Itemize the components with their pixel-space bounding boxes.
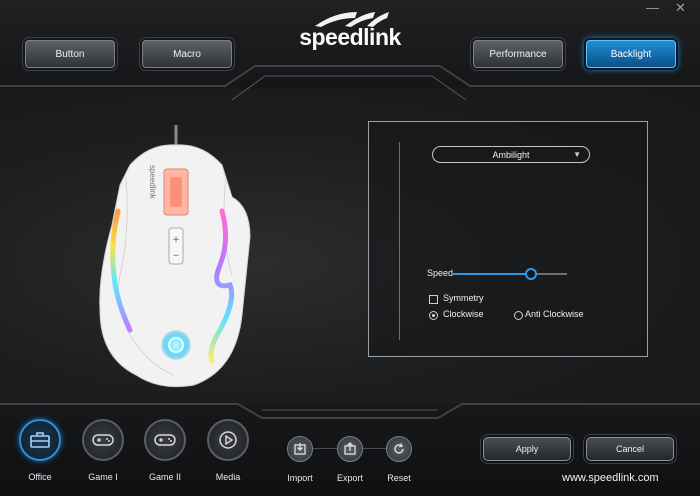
profile-game-2-label: Game II bbox=[148, 472, 181, 482]
cancel-button[interactable]: Cancel bbox=[586, 437, 674, 461]
svg-text:−: − bbox=[172, 251, 180, 261]
tab-button-label: Button bbox=[55, 48, 85, 60]
export-icon bbox=[337, 436, 363, 462]
toolbox-icon bbox=[19, 419, 61, 461]
profile-media-label: Media bbox=[215, 472, 241, 482]
tab-performance[interactable]: Performance bbox=[473, 40, 563, 68]
chevron-down-icon: ▼ bbox=[573, 150, 581, 159]
tab-macro[interactable]: Macro bbox=[142, 40, 232, 68]
speed-slider-fill bbox=[453, 273, 531, 275]
anticlockwise-radio[interactable] bbox=[514, 311, 523, 320]
gamepad-icon bbox=[144, 419, 186, 461]
profile-game-1[interactable]: Game I bbox=[73, 419, 133, 482]
clockwise-label: Clockwise bbox=[443, 309, 484, 319]
reset-icon bbox=[386, 436, 412, 462]
profile-office[interactable]: Office bbox=[10, 419, 70, 482]
mouse-brand-text: speedlink bbox=[148, 165, 157, 200]
tab-backlight[interactable]: Backlight bbox=[586, 40, 676, 68]
speed-slider-thumb[interactable] bbox=[524, 268, 537, 280]
tab-button[interactable]: Button bbox=[25, 40, 115, 68]
mouse-image: + − speedlink bbox=[99, 125, 251, 388]
reset-label: Reset bbox=[387, 473, 411, 483]
clockwise-radio[interactable] bbox=[429, 311, 438, 320]
close-button[interactable]: ✕ bbox=[675, 0, 686, 16]
export-button[interactable]: Export bbox=[327, 436, 373, 483]
symmetry-label: Symmetry bbox=[443, 293, 484, 303]
backlight-settings-panel: Ambilight ▼ Speed Symmetry Clockwise Ant… bbox=[368, 121, 648, 357]
website-link[interactable]: www.speedlink.com bbox=[562, 472, 659, 484]
apply-button-label: Apply bbox=[515, 444, 539, 454]
profile-game-1-label: Game I bbox=[88, 472, 118, 482]
profile-media[interactable]: Media bbox=[198, 419, 258, 482]
speedlink-logo: speedlink bbox=[295, 6, 405, 50]
symmetry-checkbox[interactable] bbox=[429, 295, 438, 304]
anticlockwise-label: Anti Clockwise bbox=[525, 309, 584, 319]
cancel-button-label: Cancel bbox=[615, 444, 644, 454]
effect-select[interactable]: Ambilight ▼ bbox=[432, 146, 590, 163]
import-icon bbox=[287, 436, 313, 462]
reset-button[interactable]: Reset bbox=[376, 436, 422, 483]
profile-game-2[interactable]: Game II bbox=[135, 419, 195, 482]
minimize-button[interactable]: — bbox=[646, 0, 659, 15]
gamepad-icon bbox=[82, 419, 124, 461]
svg-text:+: + bbox=[172, 235, 180, 245]
export-label: Export bbox=[336, 473, 363, 483]
apply-button[interactable]: Apply bbox=[483, 437, 571, 461]
import-button[interactable]: Import bbox=[277, 436, 323, 483]
logo-text: speedlink bbox=[299, 24, 401, 50]
profile-office-label: Office bbox=[28, 472, 52, 482]
tab-backlight-label: Backlight bbox=[610, 48, 652, 60]
effect-select-value: Ambilight bbox=[492, 149, 530, 160]
speed-label: Speed bbox=[427, 268, 454, 278]
panel-divider bbox=[399, 142, 400, 340]
speed-slider[interactable] bbox=[453, 268, 567, 280]
tab-macro-label: Macro bbox=[173, 48, 201, 60]
play-icon bbox=[207, 419, 249, 461]
import-label: Import bbox=[287, 473, 313, 483]
tab-performance-label: Performance bbox=[489, 48, 547, 60]
